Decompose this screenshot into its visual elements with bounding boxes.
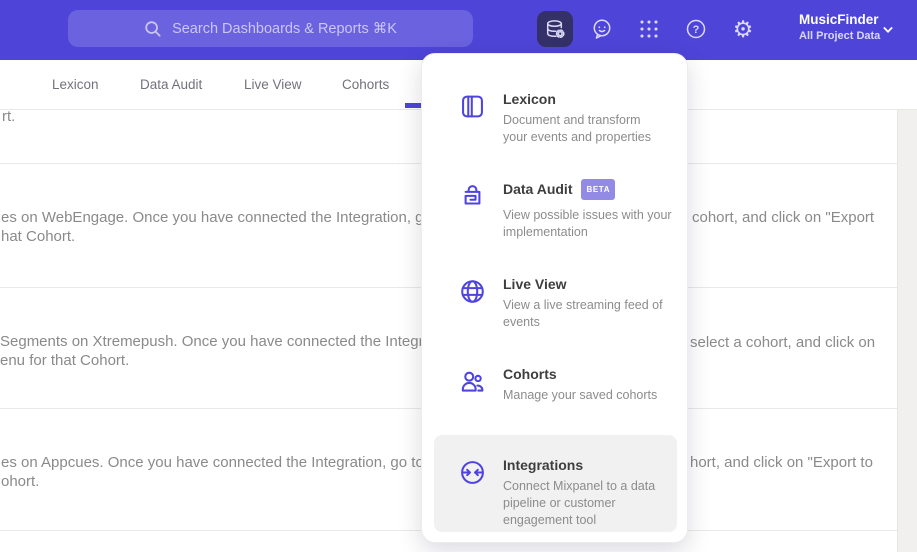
- apps-grid-icon: [637, 17, 661, 41]
- top-nav-bar: Search Dashboards & Reports ⌘K ? ⚙ Music…: [0, 0, 917, 60]
- settings-gear-icon: ⚙: [732, 15, 754, 42]
- bg-row-text: Segments on Xtremepush. Once you have co…: [0, 333, 461, 350]
- tab-lexicon[interactable]: Lexicon: [52, 60, 99, 109]
- data-management-button[interactable]: [537, 11, 573, 47]
- search-placeholder: Search Dashboards & Reports ⌘K: [172, 20, 397, 37]
- menu-item-desc: Document and transform your events and p…: [503, 113, 652, 144]
- menu-item-desc: Connect Mixpanel to a data pipeline or c…: [503, 479, 656, 527]
- integrations-sync-icon: [458, 458, 488, 488]
- bg-row-text: enu for that Cohort.: [0, 352, 130, 369]
- menu-item-desc: View a live streaming feed of events: [503, 298, 663, 329]
- menu-item-integrations-highlight[interactable]: Integrations Connect Mixpanel to a data …: [434, 435, 677, 532]
- bg-row-text: ohort.: [1, 473, 40, 490]
- page-background-gutter: [897, 110, 917, 552]
- beta-badge: BETA: [581, 179, 616, 200]
- lexicon-book-icon: [458, 92, 488, 122]
- menu-item-live-view[interactable]: Live View View a live streaming feed of …: [422, 276, 687, 331]
- bg-row-text: hat Cohort.: [1, 228, 76, 245]
- menu-item-integrations[interactable]: Integrations Connect Mixpanel to a data …: [434, 457, 677, 529]
- svg-text:?: ?: [693, 24, 700, 36]
- menu-item-title: Integrations: [503, 457, 584, 473]
- menu-item-desc: View possible issues with your implement…: [503, 208, 672, 239]
- help-icon: ?: [684, 17, 708, 41]
- data-management-icon: [543, 17, 567, 41]
- menu-item-title: Cohorts: [503, 366, 557, 382]
- cohorts-people-icon: [458, 367, 488, 397]
- menu-item-desc: Manage your saved cohorts: [503, 388, 658, 402]
- help-button[interactable]: ?: [678, 11, 714, 47]
- live-view-globe-icon: [458, 277, 488, 307]
- bg-row-text: select a cohort, and click on: [690, 334, 876, 351]
- feedback-button[interactable]: [584, 11, 620, 47]
- data-audit-lock-icon: [458, 182, 488, 212]
- bg-row-text: es on WebEngage. Once you have connected…: [1, 209, 474, 226]
- bg-row-text: rt.: [2, 108, 16, 125]
- feedback-smiley-icon: [590, 17, 614, 41]
- bg-row-text: hort, and click on "Export to: [690, 454, 873, 471]
- search-icon: [144, 20, 162, 38]
- menu-item-title: Lexicon: [503, 91, 556, 107]
- menu-item-lexicon[interactable]: Lexicon Document and transform your even…: [422, 91, 687, 146]
- bg-row-text: es on Appcues. Once you have connected t…: [1, 454, 466, 471]
- apps-button[interactable]: [631, 11, 667, 47]
- chevron-down-icon: [881, 23, 895, 37]
- tab-cohorts[interactable]: Cohorts: [342, 60, 389, 109]
- menu-item-cohorts[interactable]: Cohorts Manage your saved cohorts: [422, 366, 687, 404]
- tab-live-view[interactable]: Live View: [244, 60, 302, 109]
- search-input[interactable]: Search Dashboards & Reports ⌘K: [68, 10, 473, 47]
- data-management-dropdown: Lexicon Document and transform your even…: [421, 53, 688, 543]
- settings-button[interactable]: ⚙: [725, 11, 761, 47]
- menu-item-title: Data Audit BETA: [503, 179, 672, 202]
- menu-item-title: Live View: [503, 276, 567, 292]
- tab-data-audit[interactable]: Data Audit: [140, 60, 202, 109]
- bg-row-text: cohort, and click on "Export: [692, 209, 875, 226]
- menu-item-data-audit[interactable]: Data Audit BETA View possible issues with…: [422, 179, 687, 241]
